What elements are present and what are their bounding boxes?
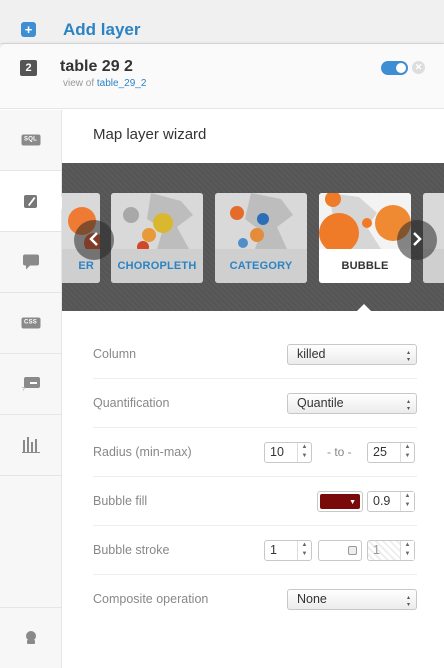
card-label: CATEGORY <box>215 249 307 283</box>
layer-title[interactable]: table 29 2 <box>60 58 133 76</box>
card-label: CHOROPLETH <box>111 249 203 283</box>
sidebar-item-filters[interactable] <box>0 415 61 476</box>
stroke-opacity-value: 1 <box>373 543 380 557</box>
sidebar-item-wizard[interactable] <box>0 171 61 232</box>
layer-header: 2 table 29 2 view of table_29_2 ✕ <box>0 44 444 109</box>
chevron-right-icon <box>413 232 422 246</box>
thumbnail <box>111 193 203 253</box>
stroke-width-input[interactable]: 1 ▲ ▼ <box>264 540 312 561</box>
sidebar-item-css[interactable]: CSS <box>0 293 61 354</box>
card-choropleth[interactable]: CHOROPLETH <box>111 193 203 283</box>
bubble-fill-opacity-input[interactable]: 0.9 ▲ ▼ <box>367 491 415 512</box>
layer-visibility-toggle[interactable] <box>381 61 408 75</box>
bubble-fill-label: Bubble fill <box>93 494 148 508</box>
add-person-icon <box>25 631 36 644</box>
stroke-opacity-input[interactable]: 1 ▲ ▼ <box>367 540 415 561</box>
radius-max-input[interactable]: 25 ▲ ▼ <box>367 442 415 463</box>
column-label: Column <box>93 347 137 361</box>
composite-select[interactable]: None <box>287 589 417 610</box>
row-composite: Composite operation None <box>93 575 417 624</box>
wizard-title: Map layer wizard <box>93 126 207 143</box>
card-label: BUBBLE <box>319 249 411 283</box>
stepper-icon[interactable]: ▲ ▼ <box>400 541 414 560</box>
caret-down-icon: ▼ <box>349 499 356 506</box>
stepper-icon[interactable]: ▲ ▼ <box>297 443 311 462</box>
chevron-left-icon <box>89 232 98 246</box>
row-bubble-stroke: Bubble stroke 1 ▲ ▼ 1 ▲ ▼ <box>93 526 417 575</box>
selected-card-pointer <box>356 304 372 312</box>
color-swatch: ▼ <box>320 494 360 509</box>
close-icon[interactable]: ✕ <box>412 61 425 74</box>
add-layer-bar: + Add layer <box>0 0 444 44</box>
quantification-select[interactable]: Quantile <box>287 393 417 414</box>
stepper-icon[interactable]: ▲ ▼ <box>400 443 414 462</box>
row-bubble-fill: Bubble fill ▼ 0.9 ▲ ▼ <box>93 477 417 526</box>
layer-number-badge: 2 <box>20 60 37 76</box>
paintbrush-icon <box>23 195 37 208</box>
radius-label: Radius (min-max) <box>93 445 192 459</box>
stroke-color-picker[interactable] <box>318 540 362 561</box>
radius-to-text: - to - <box>327 445 352 459</box>
fill-opacity-value: 0.9 <box>373 494 391 508</box>
composite-label: Composite operation <box>93 592 209 606</box>
sql-icon: SQL <box>21 134 40 146</box>
row-quantification: Quantification Quantile <box>93 379 417 428</box>
bar-filter-icon <box>21 437 40 453</box>
radius-min-input[interactable]: 10 ▲ ▼ <box>264 442 312 463</box>
sidebar-item-infowindow[interactable] <box>0 232 61 293</box>
visualization-carousel: ER CHOROPLETH CATEGORY BUBBLE <box>62 163 444 311</box>
color-dot-icon <box>348 546 357 555</box>
sidebar-item-legend[interactable]: ? <box>0 354 61 415</box>
row-column: Column killed <box>93 330 417 379</box>
carousel-prev-button[interactable] <box>74 220 114 260</box>
stepper-icon[interactable]: ▲ ▼ <box>297 541 311 560</box>
bubble-fill-color-picker[interactable]: ▼ <box>317 491 363 512</box>
radius-max-value: 25 <box>373 445 387 459</box>
sidebar-item-add-collaborator[interactable] <box>0 607 61 668</box>
subtitle-prefix: view of <box>63 78 95 89</box>
radius-min-value: 10 <box>270 445 284 459</box>
add-layer-link[interactable]: Add layer <box>63 20 140 40</box>
side-toolbar: SQL CSS ? <box>0 110 62 668</box>
stroke-width-value: 1 <box>270 543 277 557</box>
sidebar-item-sql[interactable]: SQL <box>0 110 61 171</box>
css-icon: CSS <box>21 317 40 329</box>
thumbnail <box>215 193 307 249</box>
row-radius: Radius (min-max) 10 ▲ ▼ - to - 25 ▲ ▼ <box>93 428 417 477</box>
legend-icon: ? <box>22 377 40 391</box>
bubble-stroke-label: Bubble stroke <box>93 543 170 557</box>
plus-icon[interactable]: + <box>21 22 36 37</box>
card-category[interactable]: CATEGORY <box>215 193 307 283</box>
stepper-icon[interactable]: ▲ ▼ <box>400 492 414 511</box>
svg-text:?: ? <box>22 387 25 391</box>
quantification-label: Quantification <box>93 396 170 410</box>
speech-bubble-icon <box>22 254 39 270</box>
carousel-next-button[interactable] <box>397 220 437 260</box>
source-table-link[interactable]: table_29_2 <box>97 78 147 89</box>
column-select[interactable]: killed <box>287 344 417 365</box>
layer-subtitle: view of table_29_2 <box>63 78 146 89</box>
